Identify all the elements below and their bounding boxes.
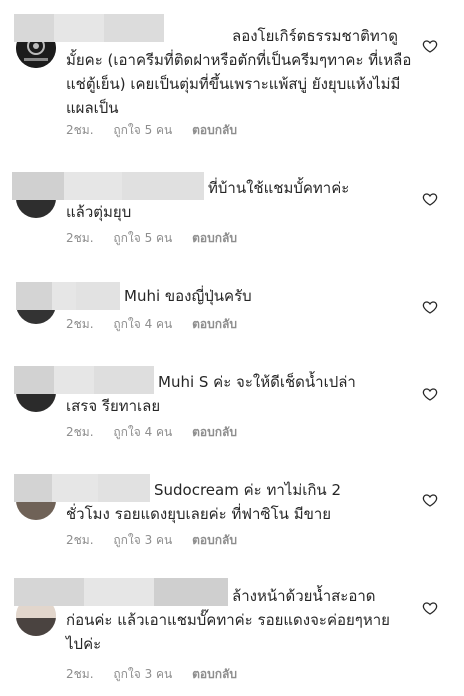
heart-icon[interactable] (422, 386, 438, 402)
like-count[interactable]: ถูกใจ 3 คน (113, 667, 172, 681)
blurred-username (16, 282, 120, 310)
comment-meta: 2ชม. ถูกใจ 4 คน ตอบกลับ (66, 422, 253, 442)
comment-time: 2ชม. (66, 231, 94, 245)
like-count[interactable]: ถูกใจ 5 คน (113, 231, 172, 245)
comment-meta: 2ชม. ถูกใจ 4 คน ตอบกลับ (66, 314, 253, 334)
like-count[interactable]: ถูกใจ 3 คน (113, 533, 172, 547)
reply-button[interactable]: ตอบกลับ (192, 425, 237, 439)
comment-time: 2ชม. (66, 533, 94, 547)
heart-icon[interactable] (422, 492, 438, 508)
heart-icon[interactable] (422, 191, 438, 207)
reply-button[interactable]: ตอบกลับ (192, 667, 237, 681)
comment-time: 2ชม. (66, 123, 94, 137)
reply-button[interactable]: ตอบกลับ (192, 317, 237, 331)
comment-meta: 2ชม. ถูกใจ 5 คน ตอบกลับ (66, 228, 253, 248)
heart-icon[interactable] (422, 299, 438, 315)
reply-button[interactable]: ตอบกลับ (192, 533, 237, 547)
like-count[interactable]: ถูกใจ 5 คน (113, 123, 172, 137)
reply-button[interactable]: ตอบกลับ (192, 123, 237, 137)
comment-text: ที่บ้านใช้แชมบั้คทาค่ะ แล้วตุ่มยุบ (66, 179, 350, 221)
comment-time: 2ชม. (66, 667, 94, 681)
comment-meta: 2ชม. ถูกใจ 5 คน ตอบกลับ (66, 120, 253, 140)
comment-text: Muhi ของญี่ปุ่นครับ (124, 287, 252, 305)
comment-text: Sudocream ค่ะ ทาไม่เกิน 2 ชั่วโมง รอยแดง… (66, 481, 341, 523)
like-count[interactable]: ถูกใจ 4 คน (113, 317, 172, 331)
comment-time: 2ชม. (66, 317, 94, 331)
reply-button[interactable]: ตอบกลับ (192, 231, 237, 245)
heart-icon[interactable] (422, 600, 438, 616)
comment-meta: 2ชม. ถูกใจ 3 คน ตอบกลับ (66, 530, 253, 550)
comment-time: 2ชม. (66, 425, 94, 439)
comment-meta: 2ชม. ถูกใจ 3 คน ตอบกลับ (66, 664, 253, 684)
comment-text: ล้างหน้าด้วยน้ำสะอาดก่อนค่ะ แล้วเอาแชมบั… (66, 587, 390, 653)
comment-text: ลองโยเกิร์ตธรรมชาติทาดูมั้ยคะ (เอาครีมที… (66, 27, 412, 117)
comment-text: Muhi S ค่ะ จะให้ดีเช็ดน้ำเปล่าเสรจ รียทา… (66, 373, 356, 415)
heart-icon[interactable] (422, 38, 438, 54)
like-count[interactable]: ถูกใจ 4 คน (113, 425, 172, 439)
